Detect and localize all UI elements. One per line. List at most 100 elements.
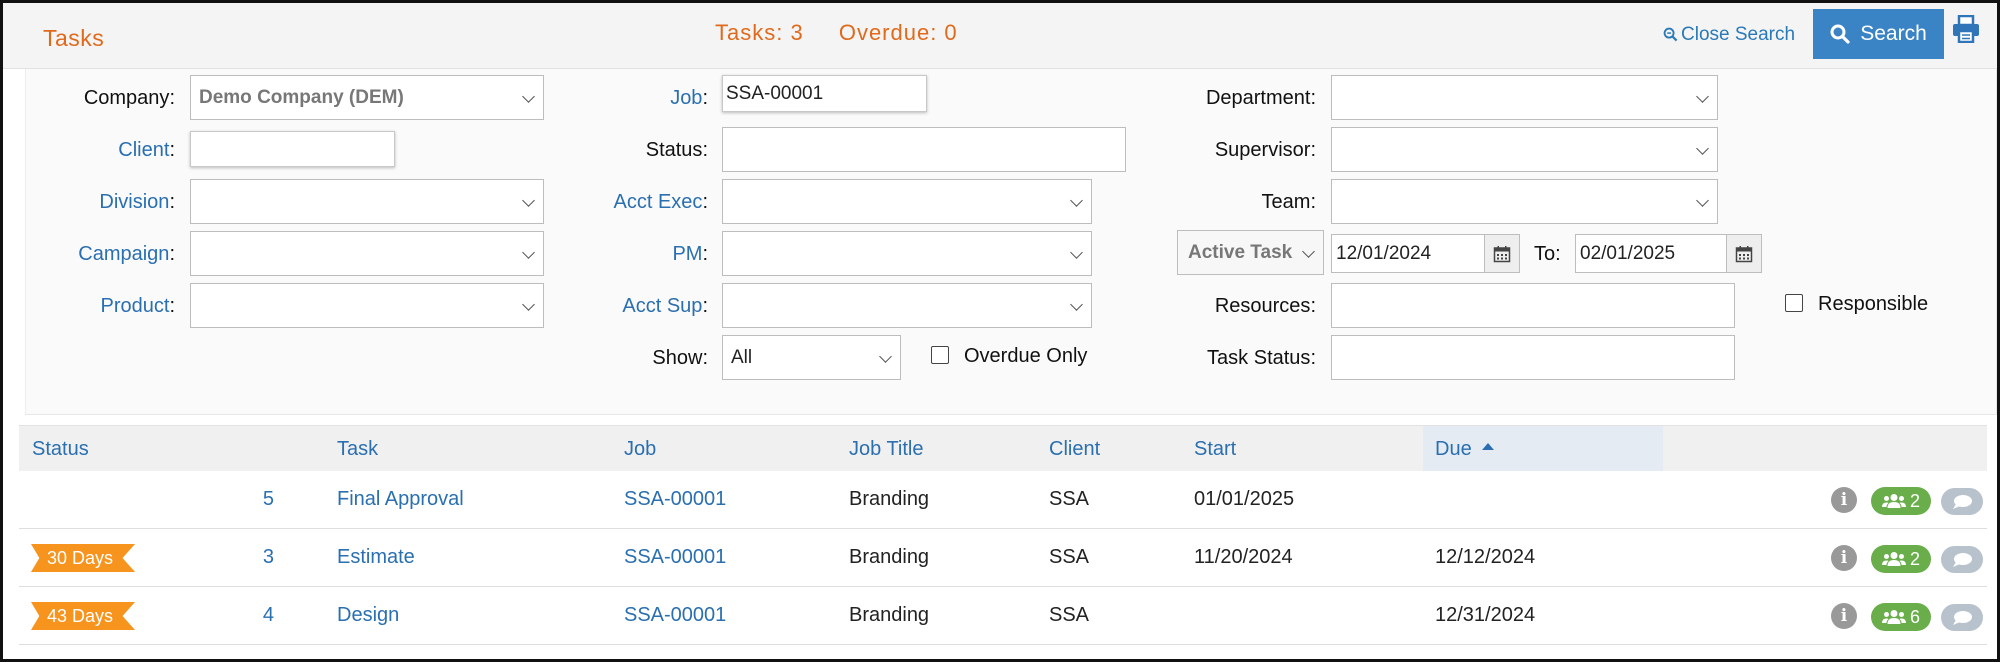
- status-flag: 30 Days: [31, 544, 136, 572]
- table-header: Status Task Job Job Title Client Start D…: [19, 425, 1987, 472]
- acct-sup-label[interactable]: Acct Sup:: [622, 295, 708, 318]
- column-header-due[interactable]: Due: [1435, 438, 1494, 461]
- comment-icon[interactable]: [1941, 546, 1983, 573]
- print-icon[interactable]: [1951, 14, 1981, 49]
- pm-select[interactable]: [722, 231, 1092, 276]
- date-to-label: To:: [1534, 243, 1561, 265]
- job-title: Branding: [849, 546, 930, 568]
- task-number[interactable]: 5: [263, 488, 274, 511]
- status-input[interactable]: [722, 127, 1126, 172]
- column-header-start[interactable]: Start: [1194, 438, 1236, 461]
- close-search-label: Close Search: [1681, 24, 1796, 45]
- team-count-badge[interactable]: 6: [1871, 603, 1931, 631]
- status-label: Status:: [645, 139, 708, 161]
- date-type-value: Active Task: [1188, 241, 1293, 263]
- supervisor-select[interactable]: [1331, 127, 1718, 172]
- table-row[interactable]: 5 Final Approval SSA-00001 Branding SSA …: [19, 471, 1987, 529]
- resources-input[interactable]: [1331, 283, 1735, 328]
- company-label: Company:: [83, 87, 175, 109]
- task-number[interactable]: 4: [263, 604, 274, 627]
- header-bar: Tasks Tasks: 3 Overdue: 0 Close Search S…: [3, 3, 1997, 69]
- date-type-select[interactable]: Active Task: [1177, 230, 1324, 275]
- calendar-icon[interactable]: [1484, 234, 1520, 273]
- company-select[interactable]: Demo Company (DEM): [190, 75, 544, 120]
- column-header-job-title[interactable]: Job Title: [849, 438, 923, 461]
- division-select[interactable]: [190, 179, 544, 224]
- team-select[interactable]: [1331, 179, 1718, 224]
- due-header-label: Due: [1435, 438, 1472, 460]
- comment-icon[interactable]: [1941, 604, 1983, 631]
- close-search-link[interactable]: Close Search: [1663, 24, 1795, 46]
- team-label: Team:: [1261, 191, 1316, 213]
- campaign-label[interactable]: Campaign:: [78, 243, 175, 266]
- show-select[interactable]: All: [722, 335, 901, 380]
- resources-label: Resources:: [1214, 295, 1316, 317]
- department-label: Department:: [1205, 87, 1316, 109]
- department-select[interactable]: [1331, 75, 1718, 120]
- date-to-input[interactable]: 02/01/2025: [1575, 234, 1727, 273]
- product-label[interactable]: Product:: [101, 295, 176, 318]
- team-count: 6: [1909, 606, 1920, 627]
- product-select[interactable]: [190, 283, 544, 328]
- company-value: Demo Company (DEM): [199, 86, 404, 108]
- client-label[interactable]: Client:: [118, 139, 175, 162]
- tasks-window: Tasks Tasks: 3 Overdue: 0 Close Search S…: [0, 0, 2000, 662]
- search-zoom-icon: [1663, 27, 1678, 42]
- acct-exec-label[interactable]: Acct Exec:: [614, 191, 708, 214]
- task-name[interactable]: Design: [337, 604, 399, 627]
- job-number[interactable]: SSA-00001: [624, 546, 726, 569]
- job-value: SSA-00001: [726, 82, 824, 104]
- table-row[interactable]: 43 Days 4 Design SSA-00001 Branding SSA …: [19, 587, 1987, 645]
- table-row[interactable]: 30 Days 3 Estimate SSA-00001 Branding SS…: [19, 529, 1987, 587]
- client-input[interactable]: [190, 131, 395, 167]
- team-count-badge[interactable]: 2: [1871, 545, 1931, 573]
- overdue-only-label: Overdue Only: [964, 345, 1088, 367]
- task-status-input[interactable]: [1331, 335, 1735, 380]
- due-date: 12/12/2024: [1435, 546, 1536, 568]
- due-date: 12/31/2024: [1435, 604, 1536, 626]
- search-icon: [1830, 24, 1850, 44]
- column-header-client[interactable]: Client: [1049, 438, 1100, 461]
- job-number[interactable]: SSA-00001: [624, 604, 726, 627]
- comment-icon[interactable]: [1941, 488, 1983, 515]
- responsible-label: Responsible: [1818, 293, 1929, 315]
- info-icon[interactable]: i: [1831, 603, 1857, 629]
- tasks-count: Tasks: 3: [715, 20, 804, 45]
- column-header-status[interactable]: Status: [32, 438, 89, 461]
- page-title: Tasks: [43, 25, 105, 51]
- task-counts: Tasks: 3 Overdue: 0: [715, 20, 986, 46]
- task-name[interactable]: Final Approval: [337, 488, 464, 511]
- show-value: All: [731, 346, 753, 368]
- task-number[interactable]: 3: [263, 546, 274, 569]
- info-icon[interactable]: i: [1831, 487, 1857, 513]
- acct-sup-select[interactable]: [722, 283, 1092, 328]
- info-icon[interactable]: i: [1831, 545, 1857, 571]
- job-label[interactable]: Job:: [670, 87, 708, 110]
- task-name[interactable]: Estimate: [337, 546, 415, 569]
- search-button[interactable]: Search: [1813, 9, 1944, 59]
- date-to-value: 02/01/2025: [1580, 242, 1676, 264]
- date-from-value: 12/01/2024: [1336, 242, 1432, 264]
- team-count: 2: [1909, 548, 1920, 569]
- job-title: Branding: [849, 604, 930, 626]
- team-count-badge[interactable]: 2: [1871, 487, 1931, 515]
- column-header-job[interactable]: Job: [624, 438, 656, 461]
- start-date: 11/20/2024: [1194, 546, 1293, 568]
- users-icon: [1881, 552, 1906, 566]
- campaign-select[interactable]: [190, 231, 544, 276]
- job-input[interactable]: SSA-00001: [722, 75, 927, 112]
- acct-exec-select[interactable]: [722, 179, 1092, 224]
- supervisor-label: Supervisor:: [1214, 139, 1316, 161]
- client-code: SSA: [1049, 604, 1090, 626]
- division-label[interactable]: Division:: [99, 191, 175, 214]
- overdue-only-checkbox[interactable]: [931, 346, 949, 364]
- task-status-label: Task Status:: [1207, 347, 1316, 369]
- column-header-task[interactable]: Task: [337, 438, 378, 461]
- calendar-icon[interactable]: [1726, 234, 1762, 273]
- responsible-checkbox[interactable]: [1785, 294, 1803, 312]
- show-label: Show:: [652, 347, 708, 369]
- date-from-input[interactable]: 12/01/2024: [1331, 234, 1485, 273]
- overdue-count: Overdue: 0: [838, 20, 958, 45]
- pm-label[interactable]: PM:: [672, 243, 708, 266]
- job-number[interactable]: SSA-00001: [624, 488, 726, 511]
